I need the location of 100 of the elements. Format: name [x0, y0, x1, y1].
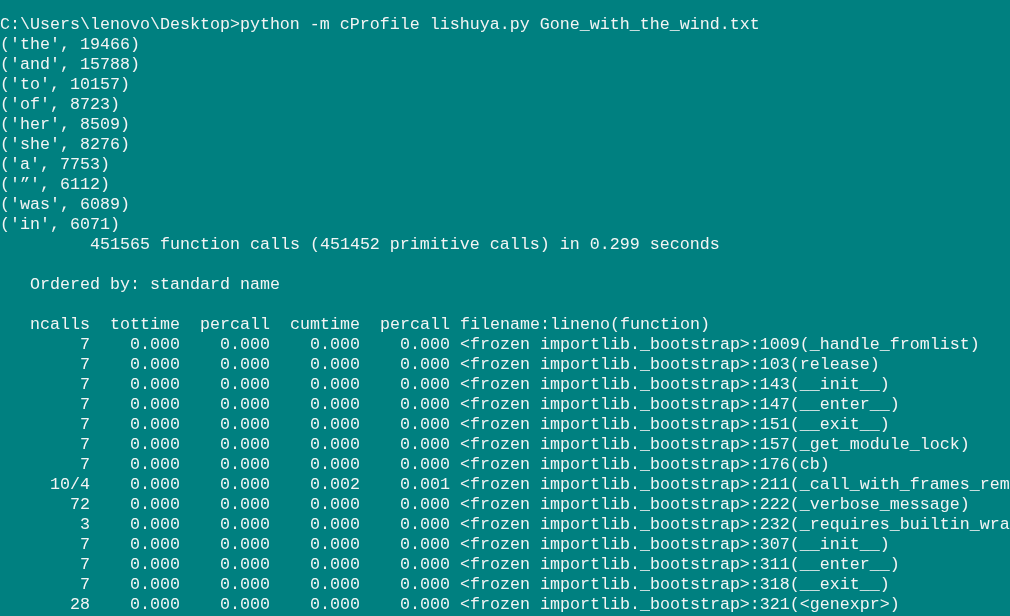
table-cell: <frozen importlib._bootstrap>:151(__exit__) [460, 415, 890, 435]
table-cell: 0.000 [130, 475, 180, 495]
table-cell: 0.000 [400, 535, 450, 555]
table-cell: 0.000 [220, 595, 270, 615]
column-header: tottime [110, 315, 180, 335]
column-header: cumtime [290, 315, 360, 335]
table-cell: 0.000 [310, 555, 360, 575]
table-cell: 0.000 [310, 535, 360, 555]
table-cell: 7 [80, 335, 90, 355]
table-cell: 0.000 [400, 415, 450, 435]
table-cell: 0.000 [400, 515, 450, 535]
table-cell: 0.000 [310, 515, 360, 535]
table-cell: 0.000 [400, 435, 450, 455]
table-cell: 0.000 [400, 495, 450, 515]
table-cell: 0.000 [220, 455, 270, 475]
table-cell: 0.000 [400, 455, 450, 475]
table-cell: 0.000 [220, 415, 270, 435]
output-line: ('the', 19466) [0, 35, 140, 55]
table-cell: 0.000 [130, 515, 180, 535]
table-cell: 0.000 [220, 555, 270, 575]
table-cell: 7 [80, 435, 90, 455]
table-cell: 7 [80, 535, 90, 555]
table-cell: <frozen importlib._bootstrap>:232(_requires_builtin_wra [460, 515, 1010, 535]
table-cell: 0.000 [220, 475, 270, 495]
table-cell: 0.000 [130, 375, 180, 395]
summary-line: 451565 function calls (451452 primitive calls) in 0.299 seconds [90, 235, 720, 255]
table-cell: 0.000 [220, 435, 270, 455]
table-cell: 0.000 [310, 595, 360, 615]
column-header: percall [200, 315, 270, 335]
table-cell: <frozen importlib._bootstrap>:321(<genexpr>) [460, 595, 900, 615]
table-cell: 7 [80, 415, 90, 435]
column-header: percall [380, 315, 450, 335]
table-cell: 0.000 [130, 555, 180, 575]
table-cell: 0.000 [130, 435, 180, 455]
table-cell: <frozen importlib._bootstrap>:222(_verbose_message) [460, 495, 970, 515]
table-cell: 72 [70, 495, 90, 515]
table-cell: 0.000 [400, 575, 450, 595]
command-line: C:\Users\lenovo\Desktop>python -m cProfile lishuya.py Gone_with_the_wind.txt [0, 15, 760, 35]
table-cell: 0.000 [220, 535, 270, 555]
table-cell: 7 [80, 395, 90, 415]
table-cell: 0.000 [130, 455, 180, 475]
table-cell: 0.000 [310, 575, 360, 595]
table-cell: 0.000 [310, 375, 360, 395]
table-cell: 0.000 [220, 395, 270, 415]
table-cell: 0.000 [130, 355, 180, 375]
output-line: ('to', 10157) [0, 75, 130, 95]
output-line: ('of', 8723) [0, 95, 120, 115]
table-cell: 7 [80, 575, 90, 595]
output-line: ('her', 8509) [0, 115, 130, 135]
table-cell: <frozen importlib._bootstrap>:318(__exit__) [460, 575, 890, 595]
table-cell: 0.000 [220, 355, 270, 375]
table-cell: 0.000 [220, 515, 270, 535]
table-cell: 0.000 [400, 335, 450, 355]
table-cell: 0.000 [220, 375, 270, 395]
table-cell: 0.000 [130, 595, 180, 615]
output-line: ('she', 8276) [0, 135, 130, 155]
output-line: ('was', 6089) [0, 195, 130, 215]
table-cell: <frozen importlib._bootstrap>:143(__init__) [460, 375, 890, 395]
table-cell: 3 [80, 515, 90, 535]
table-cell: 0.000 [310, 435, 360, 455]
table-cell: 0.000 [400, 395, 450, 415]
table-cell: 10/4 [50, 475, 90, 495]
output-line: ('and', 15788) [0, 55, 140, 75]
table-cell: 0.000 [130, 335, 180, 355]
table-cell: 0.000 [310, 335, 360, 355]
table-cell: 7 [80, 455, 90, 475]
table-cell: <frozen importlib._bootstrap>:147(__enter__) [460, 395, 900, 415]
column-header: filename:lineno(function) [460, 315, 710, 335]
table-cell: 0.000 [220, 335, 270, 355]
table-cell: 0.000 [130, 535, 180, 555]
table-cell: 7 [80, 375, 90, 395]
table-cell: 0.000 [220, 495, 270, 515]
table-cell: 0.000 [310, 415, 360, 435]
table-cell: 0.000 [130, 395, 180, 415]
table-cell: 7 [80, 555, 90, 575]
column-header: ncalls [30, 315, 90, 335]
table-cell: <frozen importlib._bootstrap>:157(_get_module_lock) [460, 435, 970, 455]
table-cell: 0.000 [400, 555, 450, 575]
table-cell: 0.001 [400, 475, 450, 495]
table-cell: 0.000 [400, 375, 450, 395]
table-cell: <frozen importlib._bootstrap>:176(cb) [460, 455, 830, 475]
table-cell: 0.000 [310, 395, 360, 415]
table-cell: <frozen importlib._bootstrap>:103(release) [460, 355, 880, 375]
table-cell: 0.000 [130, 495, 180, 515]
table-cell: <frozen importlib._bootstrap>:311(__enter__) [460, 555, 900, 575]
table-cell: 0.000 [310, 455, 360, 475]
table-cell: 0.000 [400, 355, 450, 375]
table-cell: 0.000 [130, 575, 180, 595]
output-line: ('a', 7753) [0, 155, 110, 175]
table-cell: 0.000 [130, 415, 180, 435]
table-cell: <frozen importlib._bootstrap>:211(_call_with_frames_rem [460, 475, 1010, 495]
table-cell: <frozen importlib._bootstrap>:307(__init__) [460, 535, 890, 555]
output-line: ('in', 6071) [0, 215, 120, 235]
table-cell: 0.000 [220, 575, 270, 595]
table-cell: 28 [70, 595, 90, 615]
sort-order-line: Ordered by: standard name [30, 275, 280, 295]
table-cell: 0.000 [310, 495, 360, 515]
table-cell: 0.000 [400, 595, 450, 615]
table-cell: 0.002 [310, 475, 360, 495]
output-line: ('”', 6112) [0, 175, 110, 195]
